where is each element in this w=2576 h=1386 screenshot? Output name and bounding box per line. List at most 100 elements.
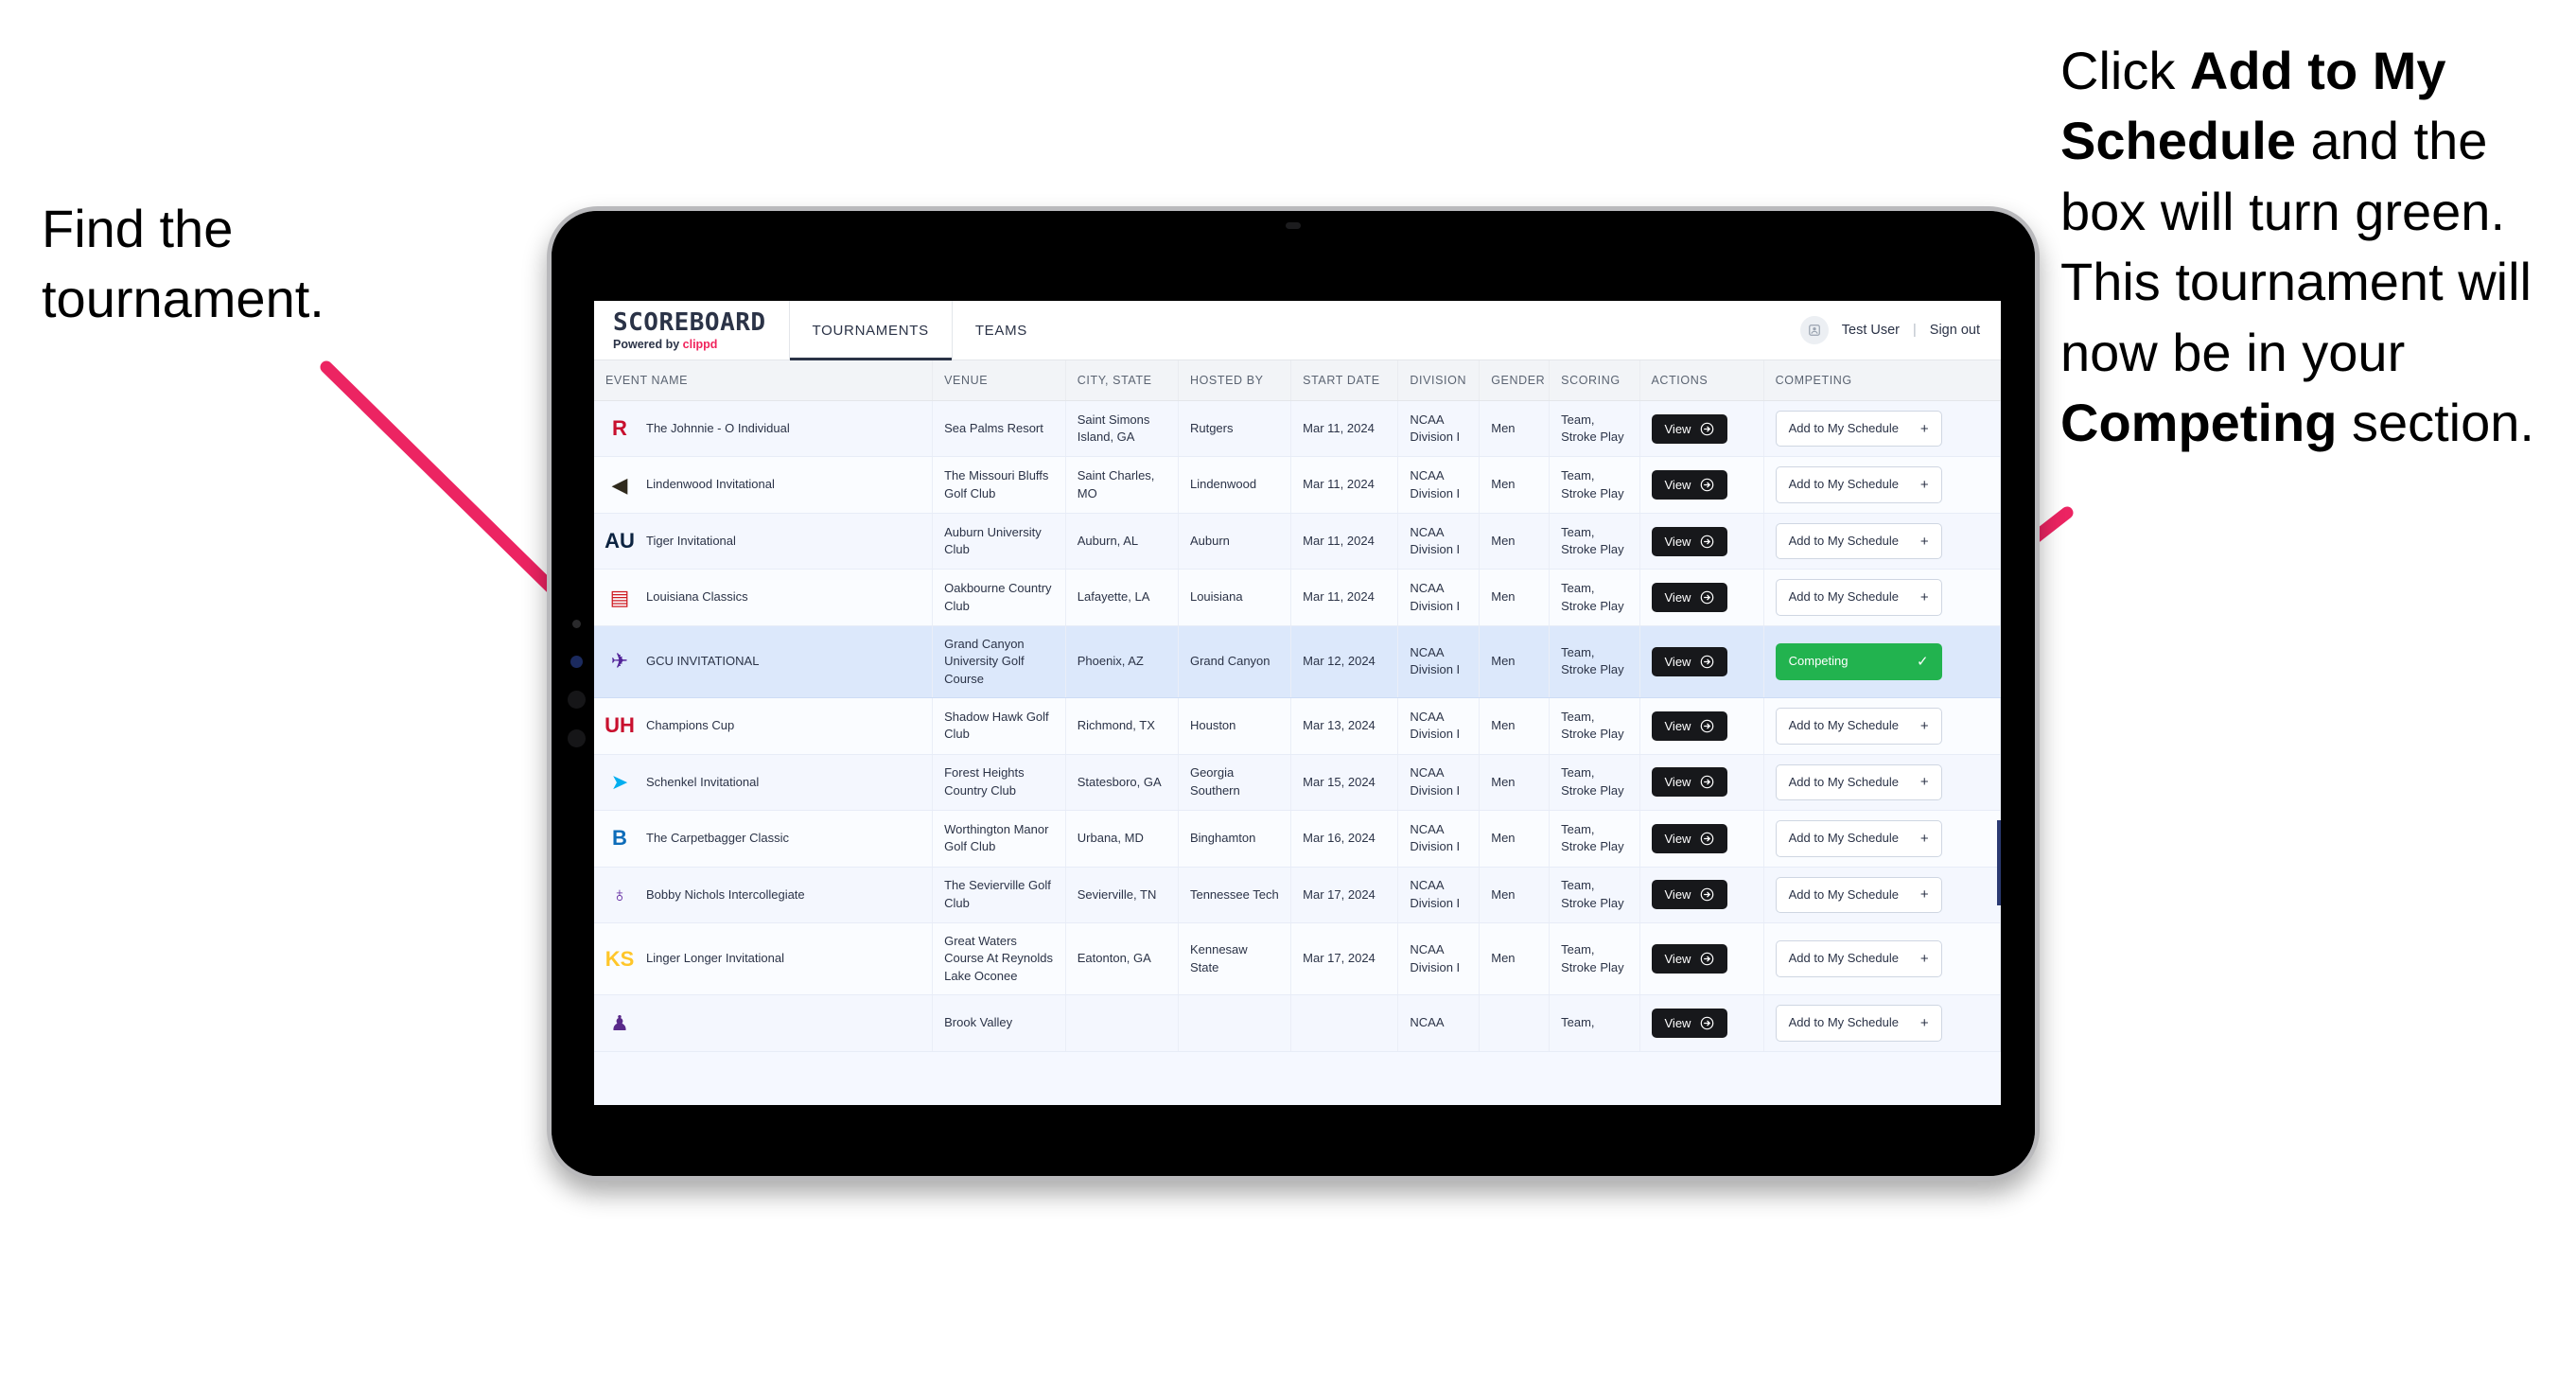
cell-gender: Men <box>1479 810 1551 868</box>
cell-hosted-by: Louisiana <box>1178 569 1292 626</box>
view-button[interactable]: View <box>1651 526 1728 556</box>
column-header-start-date[interactable]: START DATE <box>1290 360 1399 401</box>
add-to-my-schedule-button[interactable]: Add to My Schedule + <box>1775 522 1942 560</box>
cell-start-date: Mar 12, 2024 <box>1290 625 1399 699</box>
view-button[interactable]: View <box>1651 413 1728 444</box>
add-to-my-schedule-button[interactable]: Add to My Schedule + <box>1775 940 1942 977</box>
circle-arrow-icon <box>1701 535 1714 548</box>
cell-start-date: Mar 13, 2024 <box>1290 697 1399 755</box>
cell-city-state: Urbana, MD <box>1065 810 1179 868</box>
cell-gender: Men <box>1479 400 1551 458</box>
column-header-hosted-by[interactable]: HOSTED BY <box>1178 360 1292 401</box>
cell-venue: Oakbourne Country Club <box>932 569 1066 626</box>
table-row[interactable]: ♁ Bobby Nichols Intercollegiate The Sevier… <box>594 867 2001 923</box>
team-logo-icon: UH <box>605 713 635 738</box>
table-row[interactable]: ▤ Louisiana Classics Oakbourne Country Clu… <box>594 569 2001 626</box>
scrollbar-indicator[interactable] <box>1997 820 2001 905</box>
column-header-event-name[interactable]: EVENT NAME <box>594 360 934 401</box>
view-button[interactable]: View <box>1651 711 1728 741</box>
cell-competing: Competing ✓ <box>1763 625 2001 699</box>
brand-tagline: Powered by clippd <box>613 338 766 351</box>
view-button[interactable]: View <box>1651 1009 1728 1039</box>
cell-city-state: Sevierville, TN <box>1065 867 1179 923</box>
add-to-my-schedule-button[interactable]: Add to My Schedule + <box>1775 763 1942 801</box>
circle-arrow-icon <box>1701 478 1714 492</box>
table-row[interactable]: ◀ Lindenwood Invitational The Missouri Blu… <box>594 456 2001 514</box>
cell-start-date: Mar 17, 2024 <box>1290 922 1399 996</box>
tab-tournaments[interactable]: TOURNAMENTS <box>788 301 953 360</box>
cell-hosted-by <box>1178 994 1292 1052</box>
cell-division: NCAA Division I <box>1397 400 1481 458</box>
table-row[interactable]: ♟ Brook Valley NCAA Team, View Add to My Sche… <box>594 994 2001 1052</box>
cell-division: NCAA Division I <box>1397 456 1481 514</box>
add-to-my-schedule-button[interactable]: Add to My Schedule + <box>1775 411 1942 447</box>
team-logo-icon: ✈ <box>610 649 629 674</box>
view-button-label: View <box>1664 1016 1691 1031</box>
tab-teams[interactable]: TEAMS <box>953 301 1050 360</box>
cell-start-date: Mar 11, 2024 <box>1290 456 1399 514</box>
plus-icon: + <box>1919 830 1929 847</box>
view-button[interactable]: View <box>1651 767 1728 798</box>
account-user-name[interactable]: Test User <box>1842 323 1900 338</box>
sensor-dot-icon <box>570 656 583 668</box>
annotation-left-text: Find the tournament. <box>42 199 324 329</box>
column-header-venue[interactable]: VENUE <box>932 360 1066 401</box>
column-header-scoring[interactable]: SCORING <box>1549 360 1640 401</box>
cell-hosted-by: Georgia Southern <box>1178 754 1292 812</box>
plus-icon: + <box>1919 533 1929 550</box>
cell-competing: Add to My Schedule + <box>1763 400 2001 458</box>
plus-icon: + <box>1919 1015 1929 1032</box>
event-name-text: Schenkel Invitational <box>646 774 760 789</box>
view-button[interactable]: View <box>1651 823 1728 853</box>
account-separator: | <box>1913 323 1917 338</box>
view-button-label: View <box>1664 534 1691 549</box>
column-header-actions[interactable]: ACTIONS <box>1639 360 1764 401</box>
view-button[interactable]: View <box>1651 880 1728 910</box>
sign-out-link[interactable]: Sign out <box>1930 323 1980 338</box>
competing-button[interactable]: Competing ✓ <box>1775 643 1942 680</box>
table-row[interactable]: R The Johnnie - O Individual Sea Palms Res… <box>594 400 2001 458</box>
add-to-my-schedule-button[interactable]: Add to My Schedule + <box>1775 708 1942 745</box>
view-button[interactable]: View <box>1651 470 1728 500</box>
sensor-dot-icon <box>568 691 586 709</box>
add-to-my-schedule-label: Add to My Schedule <box>1788 718 1899 733</box>
cell-actions: View <box>1639 867 1764 923</box>
table-row[interactable]: UH Champions Cup Shadow Hawk Golf Club Rich… <box>594 697 2001 755</box>
table-row[interactable]: KS Linger Longer Invitational Great Waters… <box>594 922 2001 996</box>
cell-venue: Forest Heights Country Club <box>932 754 1066 812</box>
add-to-my-schedule-button[interactable]: Add to My Schedule + <box>1775 876 1942 913</box>
check-icon: ✓ <box>1917 653 1929 670</box>
table-row[interactable]: ➤ Schenkel Invitational Forest Heights Cou… <box>594 754 2001 812</box>
column-header-competing[interactable]: COMPETING <box>1763 360 2001 401</box>
add-to-my-schedule-label: Add to My Schedule <box>1788 951 1899 966</box>
add-to-my-schedule-button[interactable]: Add to My Schedule + <box>1775 579 1942 616</box>
brand-logo: SCOREBOARD Powered by clippd <box>594 301 789 360</box>
view-button[interactable]: View <box>1651 646 1728 676</box>
view-button-label: View <box>1664 718 1691 733</box>
cell-event-name: ▤ Louisiana Classics <box>594 569 934 626</box>
cell-event-name: B The Carpetbagger Classic <box>594 810 934 868</box>
cell-division: NCAA Division I <box>1397 569 1481 626</box>
cell-gender: Men <box>1479 513 1551 570</box>
add-to-my-schedule-button[interactable]: Add to My Schedule + <box>1775 466 1942 503</box>
sensor-dot-icon <box>568 729 586 747</box>
team-logo-icon: ♁ <box>611 882 628 906</box>
view-button[interactable]: View <box>1651 944 1728 974</box>
column-header-division[interactable]: DIVISION <box>1397 360 1481 401</box>
cell-venue: Grand Canyon University Golf Course <box>932 625 1066 699</box>
table-row[interactable]: ✈ GCU INVITATIONAL Grand Canyon University… <box>594 625 2001 699</box>
add-to-my-schedule-label: Add to My Schedule <box>1788 421 1899 435</box>
view-button[interactable]: View <box>1651 583 1728 613</box>
tournaments-table-scroll[interactable]: EVENT NAME VENUE CITY, STATE HOSTED BY START… <box>594 360 2001 1105</box>
table-row[interactable]: AU Tiger Invitational Auburn University Cl… <box>594 513 2001 570</box>
avatar[interactable] <box>1799 316 1829 344</box>
column-header-gender[interactable]: GENDER <box>1479 360 1551 401</box>
column-header-city-state[interactable]: CITY, STATE <box>1065 360 1179 401</box>
table-row[interactable]: B The Carpetbagger Classic Worthington Man… <box>594 810 2001 868</box>
add-to-my-schedule-button[interactable]: Add to My Schedule + <box>1775 1005 1942 1042</box>
cell-scoring: Team, Stroke Play <box>1549 922 1640 996</box>
cell-start-date: Mar 11, 2024 <box>1290 513 1399 570</box>
tab-teams-label: TEAMS <box>974 322 1027 339</box>
add-to-my-schedule-button[interactable]: Add to My Schedule + <box>1775 820 1942 857</box>
team-logo-icon: B <box>612 826 627 851</box>
